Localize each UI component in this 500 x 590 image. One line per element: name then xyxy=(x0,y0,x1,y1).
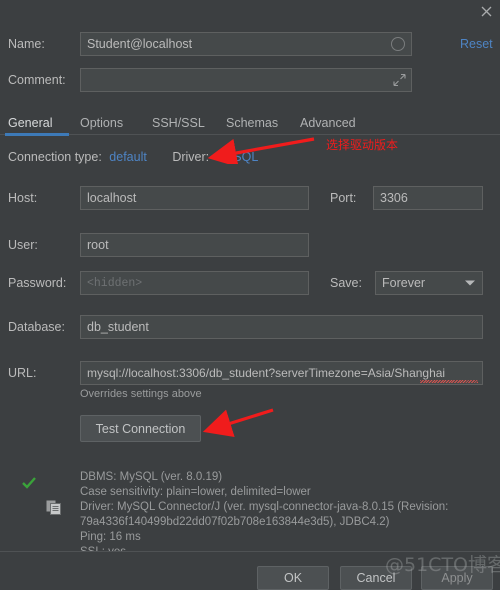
chevron-down-icon xyxy=(465,280,475,286)
status-driver-line1: Driver: MySQL Connector/J (ver. mysql-co… xyxy=(80,501,449,513)
url-row: URL: xyxy=(8,361,36,385)
reset-link[interactable]: Reset xyxy=(460,37,493,51)
cancel-button[interactable]: Cancel xyxy=(340,566,412,590)
name-input-value: Student@localhost xyxy=(87,37,193,51)
port-label: Port: xyxy=(330,191,357,205)
comment-row: Comment: xyxy=(8,68,66,92)
database-input-value: db_student xyxy=(87,320,149,334)
password-input[interactable]: <hidden> xyxy=(80,271,309,295)
tab-active-indicator xyxy=(5,133,69,136)
cancel-label: Cancel xyxy=(356,571,396,585)
name-input[interactable]: Student@localhost xyxy=(80,32,412,56)
tab-schemas[interactable]: Schemas xyxy=(226,110,278,135)
test-connection-button[interactable]: Test Connection xyxy=(80,415,201,442)
save-label: Save: xyxy=(330,276,362,290)
success-check-icon xyxy=(22,476,36,494)
status-info-block: DBMS: MySQL (ver. 8.0.19) Case sensitivi… xyxy=(80,470,480,560)
connection-type-label: Connection type: xyxy=(8,150,102,164)
tab-ssh-ssl[interactable]: SSH/SSL xyxy=(152,110,205,135)
port-input-value: 3306 xyxy=(380,191,408,205)
ok-button[interactable]: OK xyxy=(257,566,329,590)
database-input[interactable]: db_student xyxy=(80,315,483,339)
copy-icon[interactable] xyxy=(46,500,61,520)
user-input-value: root xyxy=(87,238,109,252)
spellcheck-underline xyxy=(420,380,478,383)
url-override-note: Overrides settings above xyxy=(80,388,202,400)
database-row: Database: xyxy=(8,315,65,339)
url-label: URL: xyxy=(8,366,37,380)
url-input[interactable]: mysql://localhost:3306/db_student?server… xyxy=(80,361,483,385)
tab-bar: General Options SSH/SSL Schemas Advanced xyxy=(0,110,500,135)
host-label: Host: xyxy=(8,191,38,205)
expand-icon[interactable] xyxy=(393,73,406,87)
status-dbms: DBMS: MySQL (ver. 8.0.19) xyxy=(80,471,223,483)
save-dropdown[interactable]: Forever xyxy=(375,271,483,295)
save-row: Save: xyxy=(330,271,362,295)
status-ping: Ping: 16 ms xyxy=(80,531,141,543)
save-dropdown-value: Forever xyxy=(382,276,426,290)
database-label: Database: xyxy=(8,320,65,334)
user-row: User: xyxy=(8,233,38,257)
status-driver-line2: 79a4336f140499bd22dd07f02b708e163844e3d5… xyxy=(80,516,390,528)
url-input-value: mysql://localhost:3306/db_student?server… xyxy=(87,366,446,380)
password-row: Password: xyxy=(8,271,66,295)
apply-label: Apply xyxy=(441,571,473,585)
host-input-value: localhost xyxy=(87,191,137,205)
port-input[interactable]: 3306 xyxy=(373,186,483,210)
host-row: Host: xyxy=(8,186,37,210)
driver-value[interactable]: MySQL xyxy=(217,150,259,164)
status-case-sensitivity: Case sensitivity: plain=lower, delimited… xyxy=(80,486,311,498)
tab-underline xyxy=(0,134,500,135)
port-row: Port: xyxy=(330,186,356,210)
test-connection-label: Test Connection xyxy=(95,421,186,436)
host-input[interactable]: localhost xyxy=(80,186,309,210)
tab-general[interactable]: General xyxy=(8,110,52,135)
status-circle-icon xyxy=(391,37,405,51)
title-bar xyxy=(0,0,500,22)
apply-button[interactable]: Apply xyxy=(421,566,493,590)
comment-label: Comment: xyxy=(8,73,66,87)
connection-settings-dialog: Name: Student@localhost Reset Comment: G… xyxy=(0,0,500,590)
user-input[interactable]: root xyxy=(80,233,309,257)
ok-label: OK xyxy=(283,571,303,585)
tab-options[interactable]: Options xyxy=(80,110,123,135)
connection-type-row: Connection type: default Driver: MySQL xyxy=(8,150,258,164)
user-label: User: xyxy=(8,238,38,252)
left-gutter xyxy=(0,22,2,551)
driver-label: Driver: xyxy=(172,150,210,164)
password-label: Password: xyxy=(8,276,67,290)
name-label: Name: xyxy=(8,37,45,51)
password-placeholder: <hidden> xyxy=(87,276,143,290)
close-icon[interactable] xyxy=(476,2,496,20)
connection-type-value[interactable]: default xyxy=(109,150,147,164)
footer-bar: OK Cancel Apply xyxy=(0,552,500,590)
tab-advanced[interactable]: Advanced xyxy=(300,110,356,135)
name-row: Name: xyxy=(8,32,45,56)
driver-annotation-text: 选择驱动版本 xyxy=(326,138,399,152)
test-connection-annotation-arrow xyxy=(202,408,274,438)
comment-input[interactable] xyxy=(80,68,412,92)
